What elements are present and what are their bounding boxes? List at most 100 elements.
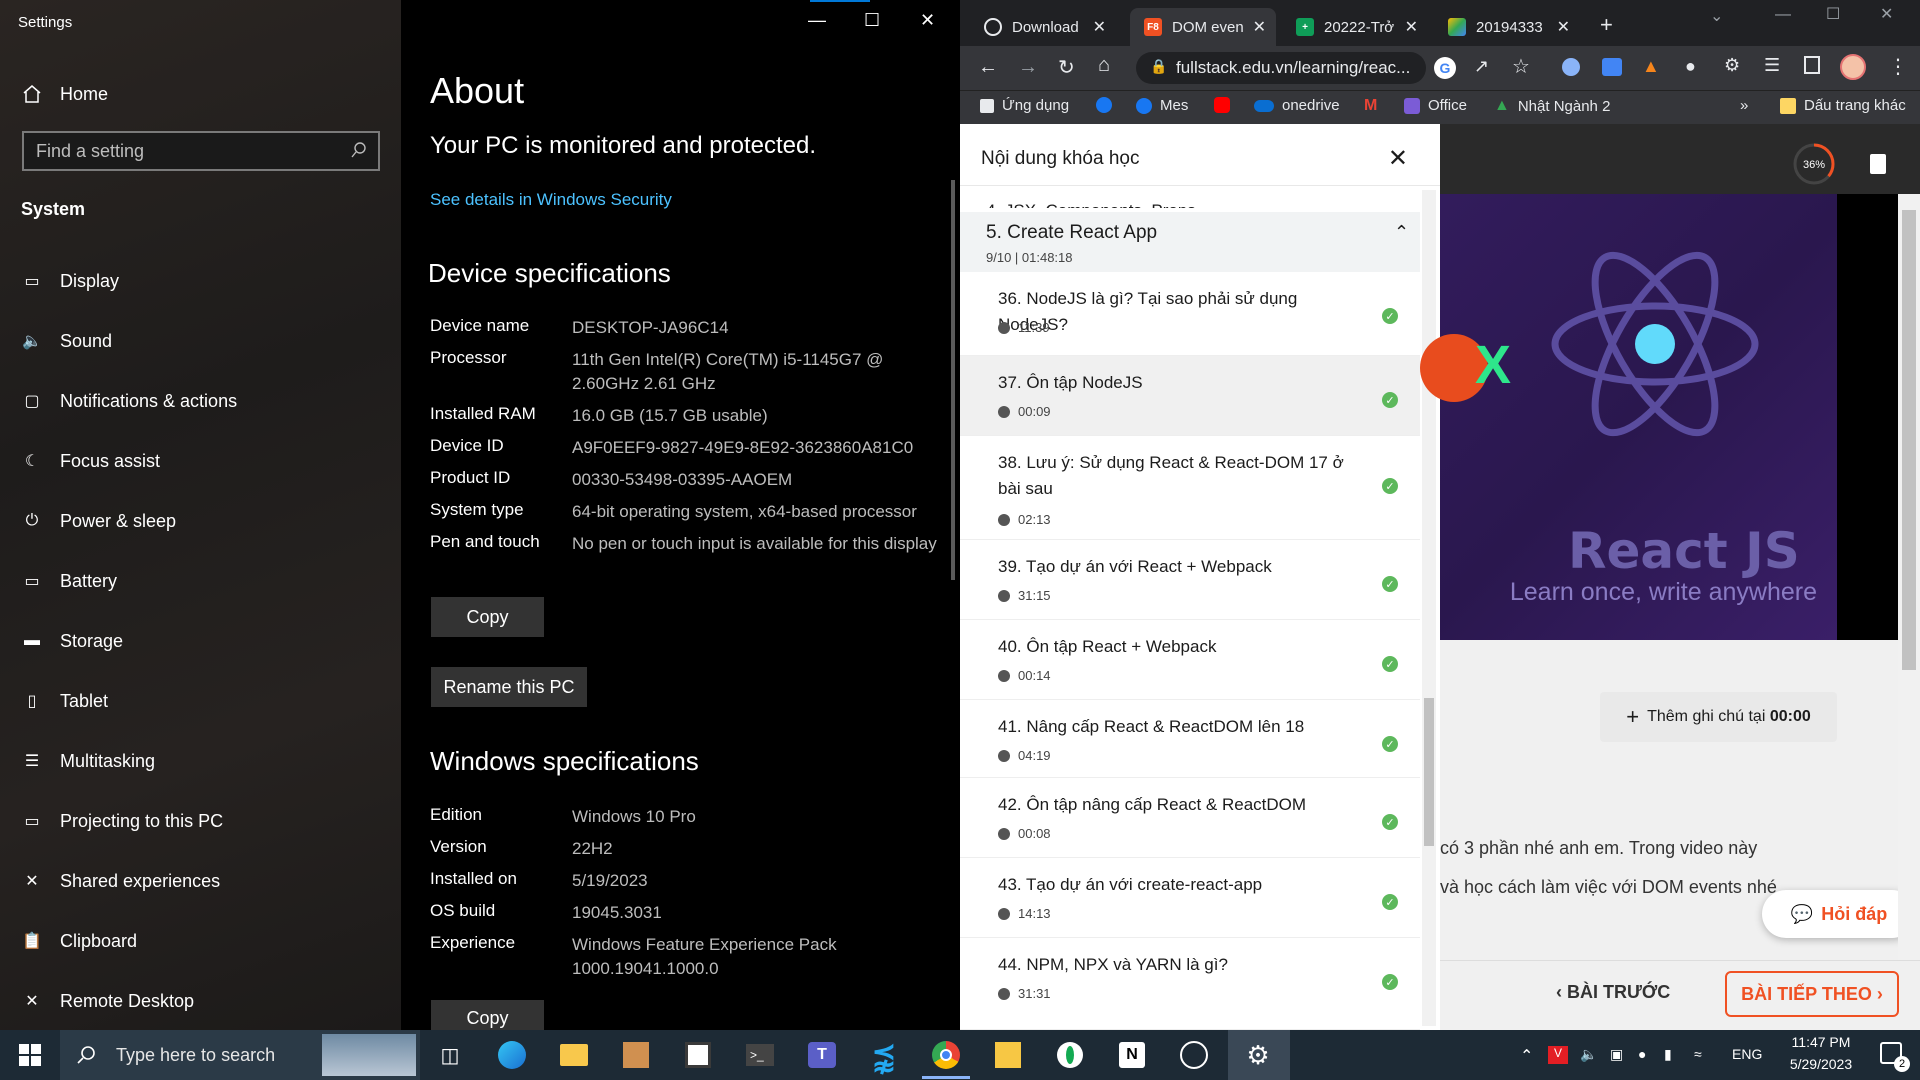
notion-icon[interactable]: N <box>1115 1038 1149 1072</box>
tab-search-icon[interactable]: ⌄ <box>1710 6 1723 26</box>
copy-button-2[interactable]: Copy <box>431 1000 544 1030</box>
lesson-item[interactable]: 40. Ôn tập React + Webpack 00:14 ✓ <box>960 620 1420 700</box>
section-header[interactable]: 5. Create React App 9/10 | 01:48:18 ⌃ <box>960 212 1420 272</box>
volume-icon[interactable]: 🔈 <box>1580 1046 1597 1063</box>
chevron-up-icon[interactable]: ⌃ <box>1394 222 1409 243</box>
sidebar-item-multitasking[interactable]: ☰ Multitasking <box>0 739 401 783</box>
back-icon[interactable]: ← <box>978 56 998 79</box>
app-icon[interactable] <box>991 1038 1025 1072</box>
chrome-maximize-button[interactable]: ☐ <box>1826 4 1840 24</box>
content-scrollbar[interactable] <box>1898 194 1920 960</box>
store-icon[interactable] <box>681 1038 715 1072</box>
home-browser-icon[interactable]: ⌂ <box>1098 54 1110 77</box>
prev-lesson-button[interactable]: ‹ BÀI TRƯỚC <box>1556 982 1670 1003</box>
sidebar-item-sound[interactable]: 🔈 Sound <box>0 319 401 363</box>
content-scroll-thumb[interactable] <box>1902 210 1916 670</box>
lesson-item[interactable]: 41. Nâng cấp React & ReactDOM lên 18 04:1… <box>960 700 1420 778</box>
tab-close-icon[interactable]: ✕ <box>1253 17 1266 37</box>
extension-icon[interactable] <box>1562 58 1580 76</box>
minimize-button[interactable]: — <box>808 10 826 31</box>
terminal-icon[interactable]: >_ <box>743 1038 777 1072</box>
menu-icon[interactable]: ⋮ <box>1888 54 1908 79</box>
security-link[interactable]: See details in Windows Security <box>430 190 672 210</box>
tab-close-icon[interactable]: ✕ <box>1557 17 1570 37</box>
extension-2-icon[interactable]: ● <box>1685 56 1696 77</box>
notes-icon[interactable] <box>1870 154 1886 174</box>
taskbar-search[interactable]: Type here to search <box>60 1030 420 1080</box>
browser-tab[interactable]: +20222-Trở ✕ <box>1282 8 1428 46</box>
teams-icon[interactable]: T <box>805 1038 839 1072</box>
sidebar-item-display[interactable]: ▭ Display <box>0 259 401 303</box>
settings-gear-icon[interactable]: ⚙ <box>1241 1038 1275 1072</box>
prev-section-title[interactable]: 4. JSX, Components, Props <box>986 196 1226 208</box>
tab-close-icon[interactable]: ✕ <box>1093 17 1106 37</box>
reload-icon[interactable]: ↻ <box>1058 55 1075 80</box>
lesson-item[interactable]: 43. Tạo dự án với create-react-app 14:13 ✓ <box>960 858 1420 938</box>
task-view-icon[interactable]: ◫ <box>433 1038 467 1072</box>
vietkey-icon[interactable]: V <box>1548 1046 1568 1064</box>
puzzle-icon[interactable]: ⚙ <box>1724 55 1740 76</box>
sidebar-item-clipboard[interactable]: 📋 Clipboard <box>0 919 401 963</box>
sidebar-item-remote-desktop[interactable]: ✕ Remote Desktop <box>0 979 401 1023</box>
bookmark-star-icon[interactable]: ☆ <box>1512 54 1530 79</box>
sidebar-item-battery[interactable]: ▭ Battery <box>0 559 401 603</box>
maximize-button[interactable]: ☐ <box>864 10 880 31</box>
forward-icon[interactable]: → <box>1018 56 1038 79</box>
lesson-item[interactable]: 44. NPM, NPX và YARN là gì? 31:31 ✓ <box>960 938 1420 1030</box>
start-button[interactable] <box>13 1038 47 1072</box>
obs-icon[interactable] <box>1177 1038 1211 1072</box>
sidebar-item-storage[interactable]: ▬ Storage <box>0 619 401 663</box>
edge-icon[interactable] <box>495 1038 529 1072</box>
rename-pc-button[interactable]: Rename this PC <box>431 667 587 707</box>
sidebar-item-focus-assist[interactable]: ☾ Focus assist <box>0 439 401 483</box>
tray-overflow-icon[interactable]: ⌃ <box>1520 1046 1533 1066</box>
chrome-icon[interactable] <box>929 1038 963 1072</box>
sidebar-item-power-sleep[interactable]: ⏻ Power & sleep <box>0 499 401 543</box>
file-explorer-icon[interactable] <box>557 1038 591 1072</box>
new-tab-button[interactable]: + <box>1600 12 1613 38</box>
search-input[interactable]: Find a setting <box>22 131 380 171</box>
sidebar-item-shared-experiences[interactable]: ✕ Shared experiences <box>0 859 401 903</box>
settings-scrollbar[interactable] <box>951 180 955 580</box>
bookmark-office[interactable]: Office <box>1404 97 1467 114</box>
chrome-minimize-button[interactable]: — <box>1775 6 1791 24</box>
bookmark-nhat-nganh[interactable]: ▲ Nhật Ngành 2 <box>1494 97 1610 115</box>
sidebar-item-projecting-to-this-pc[interactable]: ▭ Projecting to this PC <box>0 799 401 843</box>
lesson-item[interactable]: 39. Tạo dự án với React + Webpack 31:15 ✓ <box>960 540 1420 620</box>
media-icon[interactable]: ☰ <box>1764 55 1780 76</box>
add-note-button[interactable]: + Thêm ghi chú tại 00:00 <box>1600 692 1837 742</box>
sidebar-item-tablet[interactable]: ▯ Tablet <box>0 679 401 723</box>
bookmark-facebook[interactable] <box>1096 97 1120 113</box>
chrome-close-button[interactable]: ✕ <box>1880 4 1893 24</box>
address-bar[interactable]: 🔒 fullstack.edu.vn/learning/reac... <box>1136 52 1426 84</box>
bookmark-apps[interactable]: Ứng dụng <box>980 97 1069 114</box>
browser-tab[interactable]: F8 DOM even ✕ <box>1130 8 1276 46</box>
clock-date[interactable]: 5/29/2023 <box>1776 1056 1866 1072</box>
bookmark-onedrive[interactable]: onedrive <box>1254 97 1340 114</box>
package-icon[interactable] <box>619 1038 653 1072</box>
close-window-button[interactable]: ✕ <box>920 10 935 31</box>
panel-close-button[interactable]: ✕ <box>1388 144 1408 173</box>
camera-icon[interactable]: ▣ <box>1610 1046 1623 1063</box>
panel-scroll-thumb[interactable] <box>1424 698 1434 846</box>
wifi-icon[interactable]: ≈ <box>1694 1046 1702 1062</box>
google-icon[interactable]: G <box>1434 57 1456 79</box>
bookmark-mes[interactable]: Mes <box>1136 97 1188 114</box>
home-nav[interactable]: Home <box>0 72 401 116</box>
panel-scrollbar[interactable] <box>1422 190 1436 1026</box>
metamask-icon[interactable]: ▲ <box>1642 56 1660 77</box>
browser-tab[interactable]: Download ✕ <box>970 8 1116 46</box>
bookmarks-overflow[interactable]: » <box>1740 97 1748 114</box>
lesson-item[interactable]: 37. Ôn tập NodeJS 00:09 ✓ <box>960 356 1420 436</box>
share-icon[interactable]: ↗ <box>1474 56 1489 77</box>
battery-tray-icon[interactable]: ▮ <box>1664 1046 1672 1063</box>
lesson-item[interactable]: 42. Ôn tập nâng cấp React & ReactDOM 00:0… <box>960 778 1420 858</box>
translate-icon[interactable] <box>1602 58 1622 76</box>
next-lesson-button[interactable]: BÀI TIẾP THEO › <box>1725 971 1899 1017</box>
tab-close-icon[interactable]: ✕ <box>1405 17 1418 37</box>
mic-icon[interactable]: ● <box>1638 1046 1646 1062</box>
lesson-item[interactable]: 36. NodeJS là gì? Tại sao phải sử dụng N… <box>960 272 1420 356</box>
browser-tab[interactable]: 20194333 ✕ <box>1434 8 1580 46</box>
mongodb-icon[interactable] <box>1053 1038 1087 1072</box>
lesson-item[interactable]: 38. Lưu ý: Sử dụng React & React-DOM 17 … <box>960 436 1420 540</box>
